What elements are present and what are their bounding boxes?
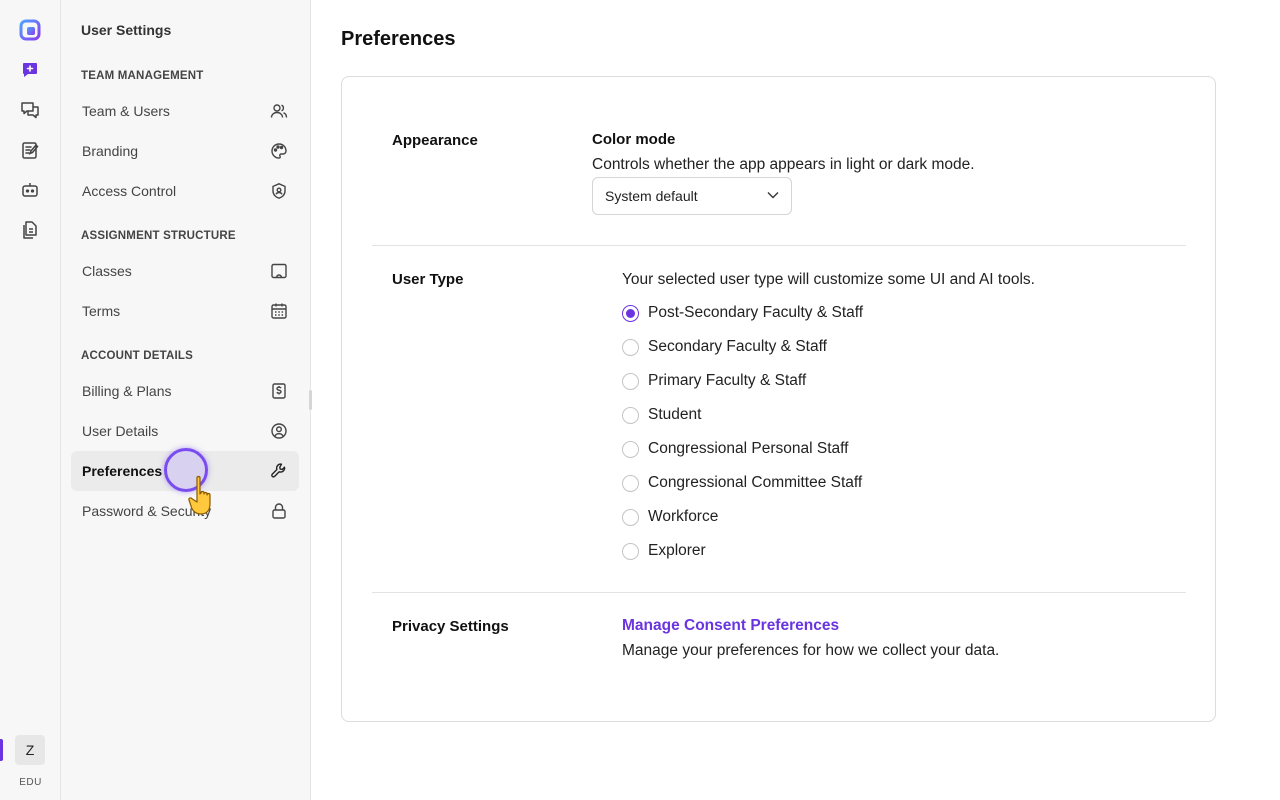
user-type-description: Your selected user type will customize s… <box>622 271 1035 288</box>
calendar-icon <box>270 302 288 320</box>
sidebar-item-label: Terms <box>82 303 121 319</box>
sidebar-item-label: Team & Users <box>82 103 170 119</box>
radio-label: Post-Secondary Faculty & Staff <box>648 304 864 321</box>
plan-label: EDU <box>19 777 42 788</box>
radio[interactable] <box>622 406 639 424</box>
user-type-option[interactable]: Student <box>622 403 701 427</box>
classroom-icon <box>270 262 288 280</box>
radio-label: Congressional Committee Staff <box>648 474 863 491</box>
documents-icon[interactable] <box>18 218 42 242</box>
billing-icon <box>270 382 288 400</box>
sidebar-item-user-details[interactable]: User Details <box>71 411 299 451</box>
chevron-down-icon <box>766 188 780 205</box>
lock-icon <box>270 502 288 520</box>
new-chat-icon[interactable] <box>18 58 42 82</box>
radio-label: Explorer <box>648 542 706 559</box>
radio[interactable] <box>622 372 639 390</box>
chats-icon[interactable] <box>18 98 42 122</box>
sidebar-item-label: User Details <box>82 423 159 439</box>
section-heading-team: TEAM MANAGEMENT <box>81 70 204 82</box>
sidebar-resize-handle[interactable] <box>309 390 312 410</box>
color-mode-value: System default <box>605 188 698 204</box>
radio[interactable] <box>622 508 639 526</box>
section-divider <box>372 592 1186 593</box>
radio-selected[interactable] <box>622 304 639 322</box>
active-indicator <box>0 739 3 761</box>
sidebar-item-password-security[interactable]: Password & Security <box>71 491 299 531</box>
color-mode-select[interactable]: System default <box>592 177 792 215</box>
sidebar-item-billing[interactable]: Billing & Plans <box>71 371 299 411</box>
users-icon <box>270 102 288 120</box>
radio[interactable] <box>622 440 639 458</box>
section-divider <box>372 245 1186 246</box>
radio-label: Primary Faculty & Staff <box>648 372 807 389</box>
privacy-settings-label: Privacy Settings <box>392 618 509 635</box>
user-circle-icon <box>270 422 288 440</box>
section-heading-assignment: ASSIGNMENT STRUCTURE <box>81 230 236 242</box>
radio-label: Student <box>648 406 702 423</box>
palette-icon <box>270 142 288 160</box>
radio-label: Congressional Personal Staff <box>648 440 849 457</box>
sidebar-item-label: Billing & Plans <box>82 383 172 399</box>
sidebar-item-label: Branding <box>82 143 139 159</box>
sidebar-item-label: Classes <box>82 263 132 279</box>
user-type-label: User Type <box>392 271 464 288</box>
appearance-label: Appearance <box>392 132 478 149</box>
preferences-card: Appearance Color mode Controls whether t… <box>341 76 1216 722</box>
radio[interactable] <box>622 338 639 356</box>
user-type-option[interactable]: Post-Secondary Faculty & Staff <box>622 301 863 325</box>
sidebar-item-branding[interactable]: Branding <box>71 131 299 171</box>
settings-sidebar: User Settings TEAM MANAGEMENT Team & Use… <box>61 0 312 800</box>
section-heading-account: ACCOUNT DETAILS <box>81 350 194 362</box>
radio[interactable] <box>622 542 639 560</box>
sidebar-item-label: Preferences <box>82 463 163 479</box>
sidebar-item-access-control[interactable]: Access Control <box>71 171 299 211</box>
shield-icon <box>270 182 288 200</box>
sidebar-item-label: Access Control <box>82 183 177 199</box>
radio-label: Workforce <box>648 508 719 525</box>
notes-icon[interactable] <box>18 138 42 162</box>
radio[interactable] <box>622 474 639 492</box>
color-mode-title: Color mode <box>592 131 676 148</box>
user-type-option[interactable]: Congressional Personal Staff <box>622 437 848 461</box>
user-type-option[interactable]: Workforce <box>622 505 718 529</box>
manage-consent-link[interactable]: Manage Consent Preferences <box>622 617 839 635</box>
sidebar-title: User Settings <box>81 22 172 38</box>
user-type-option[interactable]: Secondary Faculty & Staff <box>622 335 827 359</box>
radio-label: Secondary Faculty & Staff <box>648 338 827 355</box>
icon-rail: Z EDU <box>0 0 61 800</box>
color-mode-description: Controls whether the app appears in ligh… <box>592 156 975 173</box>
app-logo-icon[interactable] <box>18 18 42 42</box>
avatar[interactable]: Z <box>15 735 45 765</box>
user-type-option[interactable]: Primary Faculty & Staff <box>622 369 806 393</box>
user-type-option[interactable]: Congressional Committee Staff <box>622 471 862 495</box>
sidebar-item-classes[interactable]: Classes <box>71 251 299 291</box>
bot-icon[interactable] <box>18 178 42 202</box>
page-title: Preferences <box>341 28 456 50</box>
sidebar-item-team-users[interactable]: Team & Users <box>71 91 299 131</box>
wrench-icon <box>270 462 288 480</box>
user-type-option[interactable]: Explorer <box>622 539 706 563</box>
sidebar-item-terms[interactable]: Terms <box>71 291 299 331</box>
pointer-hand-icon <box>188 474 222 520</box>
privacy-description: Manage your preferences for how we colle… <box>622 642 1000 659</box>
